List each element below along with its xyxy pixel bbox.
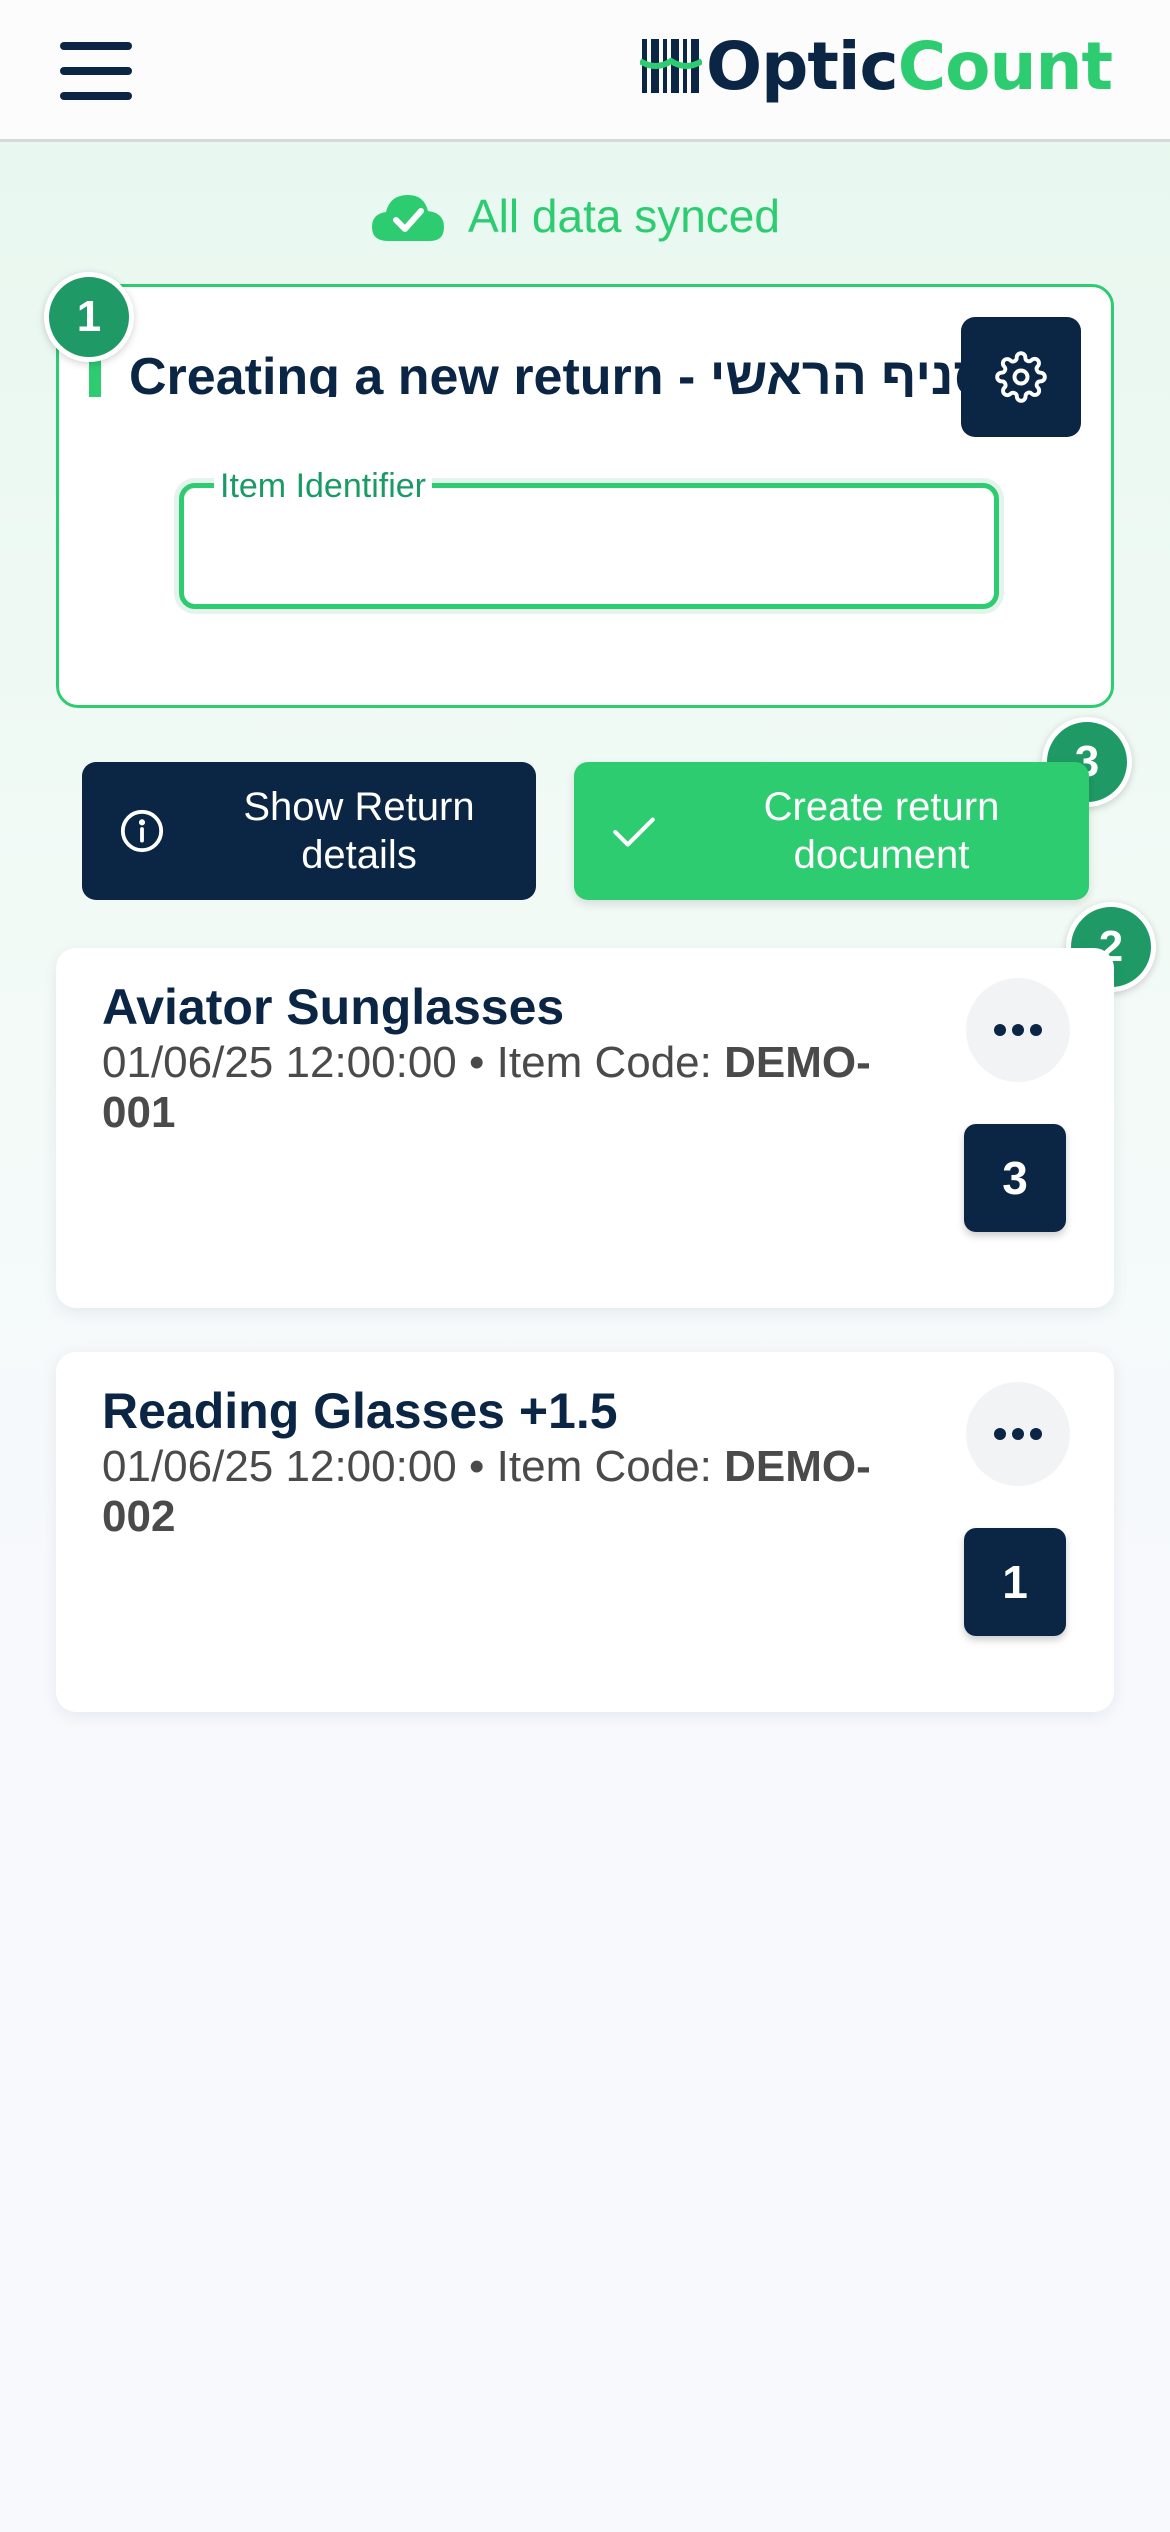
item-separator: • [469, 1442, 485, 1491]
settings-button[interactable] [961, 317, 1081, 437]
item-meta: 01/06/25 12:00:00 • Item Code: DEMO-002 [102, 1442, 942, 1542]
item-code-label: Item Code: [496, 1442, 712, 1491]
step-badge-1: 1 [44, 272, 134, 362]
logo-text-count: Count [897, 27, 1113, 105]
item-code-label: Item Code: [496, 1038, 712, 1087]
checkmark-icon [613, 817, 655, 847]
gear-icon [995, 351, 1047, 403]
item-datetime: 01/06/25 12:00:00 [102, 1442, 457, 1491]
list-item[interactable]: Reading Glasses +1.5 01/06/25 12:00:00 •… [56, 1352, 1114, 1712]
sync-status-text: All data synced [468, 190, 780, 242]
logo-text-optic: Optic [706, 27, 899, 105]
list-item[interactable]: Aviator Sunglasses 01/06/25 12:00:00 • I… [56, 948, 1114, 1308]
page-title: Creating a new return - סניף הראשי [129, 348, 969, 397]
item-quantity-badge[interactable]: 3 [964, 1124, 1066, 1232]
item-datetime: 01/06/25 12:00:00 [102, 1038, 457, 1087]
item-identifier-input[interactable] [204, 508, 974, 584]
more-horizontal-icon [994, 1024, 1042, 1036]
barcode-glasses-icon [640, 39, 703, 93]
item-quantity-badge[interactable]: 1 [964, 1528, 1066, 1636]
cloud-check-icon [372, 195, 444, 241]
item-more-options-button[interactable] [966, 978, 1070, 1082]
item-name: Reading Glasses +1.5 [102, 1383, 618, 1439]
item-meta: 01/06/25 12:00:00 • Item Code: DEMO-001 [102, 1038, 942, 1138]
item-separator: • [469, 1038, 485, 1087]
item-identifier-label: Item Identifier [214, 466, 432, 506]
show-return-details-button[interactable]: Show Return details [82, 762, 536, 900]
sync-status: All data synced [370, 186, 780, 246]
item-identifier-field[interactable]: Item Identifier [179, 466, 999, 609]
create-return-document-label: Create return document [763, 785, 1000, 877]
card-title-row: Creating a new return - סניף הראשי [89, 317, 969, 397]
app-header: OpticCount [0, 0, 1170, 142]
hamburger-menu-icon[interactable] [60, 42, 132, 100]
create-return-document-button[interactable]: Create return document [574, 762, 1089, 900]
title-accent-bar [89, 359, 101, 397]
item-name: Aviator Sunglasses [102, 979, 565, 1035]
more-horizontal-icon [994, 1428, 1042, 1440]
opticcount-logo: OpticCount [640, 26, 1113, 106]
new-return-card: Creating a new return - סניף הראשי Item … [56, 284, 1114, 708]
item-more-options-button[interactable] [966, 1382, 1070, 1486]
show-return-details-label: Show Return details [243, 785, 475, 877]
logo-text: OpticCount [706, 27, 1113, 105]
info-icon [120, 809, 164, 853]
